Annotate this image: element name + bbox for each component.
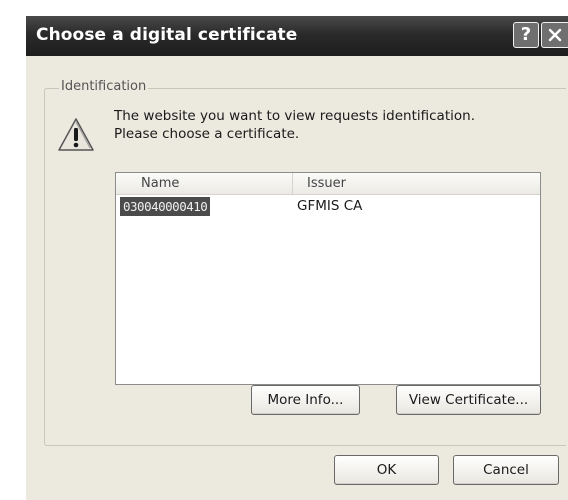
certificate-row[interactable]: 030040000410 GFMIS CA: [116, 197, 540, 216]
close-button[interactable]: [541, 22, 568, 48]
certificate-issuer-cell[interactable]: GFMIS CA: [297, 197, 362, 216]
certificate-list[interactable]: Name Issuer 030040000410 GFMIS CA: [115, 172, 541, 385]
cancel-button[interactable]: Cancel: [453, 455, 559, 485]
close-icon: [548, 28, 562, 42]
warning-icon: [58, 118, 94, 151]
message-line-1: The website you want to view requests id…: [114, 108, 475, 124]
view-certificate-button[interactable]: View Certificate...: [396, 385, 541, 415]
title-bar[interactable]: Choose a digital certificate ?: [26, 16, 568, 56]
ok-button[interactable]: OK: [334, 455, 439, 485]
column-header-issuer[interactable]: Issuer: [293, 173, 346, 194]
list-header: Name Issuer: [116, 173, 540, 195]
help-button[interactable]: ?: [513, 22, 539, 48]
certificate-dialog: Choose a digital certificate ? Identific…: [26, 16, 568, 500]
identification-label: Identification: [59, 79, 149, 94]
dialog-title: Choose a digital certificate: [36, 25, 298, 45]
identification-message: The website you want to view requests id…: [114, 107, 475, 143]
message-line-2: Please choose a certificate.: [114, 126, 300, 142]
more-info-button[interactable]: More Info...: [251, 385, 360, 415]
certificate-name-cell[interactable]: 030040000410: [120, 197, 211, 216]
column-header-name[interactable]: Name: [116, 173, 293, 194]
